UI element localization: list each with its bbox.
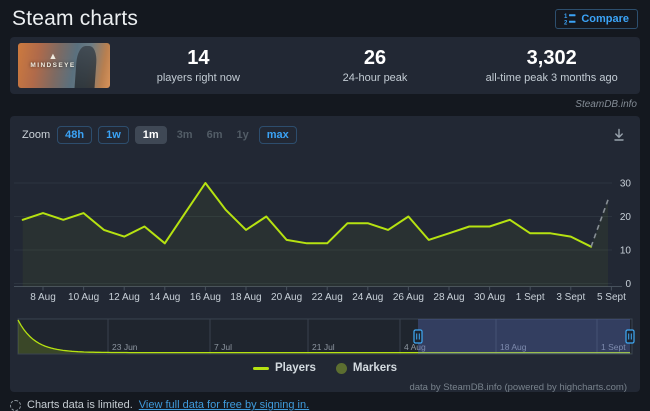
zoom-48h-button[interactable]: 48h — [57, 126, 92, 144]
svg-text:26 Aug: 26 Aug — [393, 292, 424, 303]
svg-text:20 Aug: 20 Aug — [271, 292, 302, 303]
game-logo-name: MINDSEYE — [26, 62, 80, 69]
svg-text:1 Sept: 1 Sept — [516, 292, 545, 303]
players-now-label: players right now — [110, 72, 287, 84]
alltime-peak-label: all-time peak 3 months ago — [463, 72, 640, 84]
zoom-3m-button: 3m — [173, 127, 197, 143]
page-header: Steam charts 1 2 Compare — [10, 0, 640, 37]
compare-icon: 1 2 — [564, 13, 576, 25]
players-line-swatch — [253, 367, 269, 370]
zoom-1y-button: 1y — [233, 127, 253, 143]
svg-text:5 Sept: 5 Sept — [597, 292, 626, 303]
svg-text:2: 2 — [564, 20, 568, 25]
players-now-value: 14 — [110, 47, 287, 70]
svg-text:7 Jul: 7 Jul — [214, 342, 232, 352]
steamdb-watermark: SteamDB.info — [10, 94, 640, 116]
svg-text:21 Jul: 21 Jul — [312, 342, 335, 352]
chart-credits-link[interactable]: data by SteamDB.info (powered by highcha… — [409, 382, 627, 393]
legend-markers-label: Markers — [353, 362, 397, 374]
stat-alltime-peak: 3,302 all-time peak 3 months ago — [463, 47, 640, 84]
dashed-circle-icon — [10, 400, 21, 411]
markers-swatch — [336, 363, 347, 374]
peak-24h-label: 24-hour peak — [287, 72, 464, 84]
alltime-peak-value: 3,302 — [463, 47, 640, 70]
legend-players-label: Players — [275, 362, 316, 374]
svg-text:23 Jun: 23 Jun — [112, 342, 138, 352]
game-logo-mark: ▲ — [26, 52, 80, 60]
page-title: Steam charts — [12, 7, 138, 31]
svg-text:10: 10 — [620, 246, 632, 257]
zoom-1w-button[interactable]: 1w — [98, 126, 129, 144]
svg-text:12 Aug: 12 Aug — [109, 292, 140, 303]
svg-text:22 Aug: 22 Aug — [312, 292, 343, 303]
compare-button-label: Compare — [581, 13, 629, 25]
zoom-6m-button: 6m — [203, 127, 227, 143]
navigator-handle-left[interactable] — [414, 330, 422, 343]
download-icon — [612, 127, 626, 142]
stat-players-now: 14 players right now — [110, 47, 287, 84]
legend-item-players[interactable]: Players — [253, 362, 316, 374]
svg-text:28 Aug: 28 Aug — [433, 292, 464, 303]
svg-text:10 Aug: 10 Aug — [68, 292, 99, 303]
svg-text:0: 0 — [625, 279, 631, 290]
limited-data-notice: Charts data is limited. View full data f… — [10, 399, 640, 411]
sign-in-link[interactable]: View full data for free by signing in. — [139, 399, 309, 411]
svg-text:16 Aug: 16 Aug — [190, 292, 221, 303]
svg-text:1: 1 — [564, 14, 568, 20]
players-chart[interactable]: 0 10 20 30 8 Aug 10 Aug 12 Aug 14 Aug 16 Aug 18 A… — [10, 116, 640, 392]
players-area — [23, 183, 608, 287]
peak-24h-value: 26 — [287, 47, 464, 70]
download-chart-button[interactable] — [612, 127, 626, 147]
svg-text:30 Aug: 30 Aug — [474, 292, 505, 303]
svg-text:3 Sept: 3 Sept — [556, 292, 585, 303]
compare-button[interactable]: 1 2 Compare — [555, 9, 638, 29]
svg-text:24 Aug: 24 Aug — [352, 292, 383, 303]
game-logo: ▲ MINDSEYE — [26, 52, 80, 69]
stats-strip: ▲ MINDSEYE 14 players right now 26 24-ho… — [10, 37, 640, 94]
game-capsule-image: ▲ MINDSEYE — [18, 43, 110, 88]
svg-text:20: 20 — [620, 212, 632, 223]
svg-text:8 Aug: 8 Aug — [30, 292, 56, 303]
zoom-1m-button[interactable]: 1m — [135, 126, 167, 144]
navigator-handle-right[interactable] — [626, 330, 634, 343]
legend-item-markers[interactable]: Markers — [336, 362, 397, 374]
zoom-label: Zoom — [22, 129, 50, 141]
svg-text:14 Aug: 14 Aug — [149, 292, 180, 303]
chart-legend: Players Markers — [10, 362, 640, 374]
chart-panel: Zoom 48h 1w 1m 3m 6m 1y max 0 10 20 30 8 Aug… — [10, 116, 640, 392]
zoom-toolbar: Zoom 48h 1w 1m 3m 6m 1y max — [22, 126, 297, 144]
zoom-max-button[interactable]: max — [259, 126, 297, 144]
svg-text:30: 30 — [620, 179, 632, 190]
limited-data-text: Charts data is limited. — [27, 399, 133, 411]
svg-text:18 Aug: 18 Aug — [230, 292, 261, 303]
navigator-selection — [418, 319, 630, 354]
stat-24h-peak: 26 24-hour peak — [287, 47, 464, 84]
